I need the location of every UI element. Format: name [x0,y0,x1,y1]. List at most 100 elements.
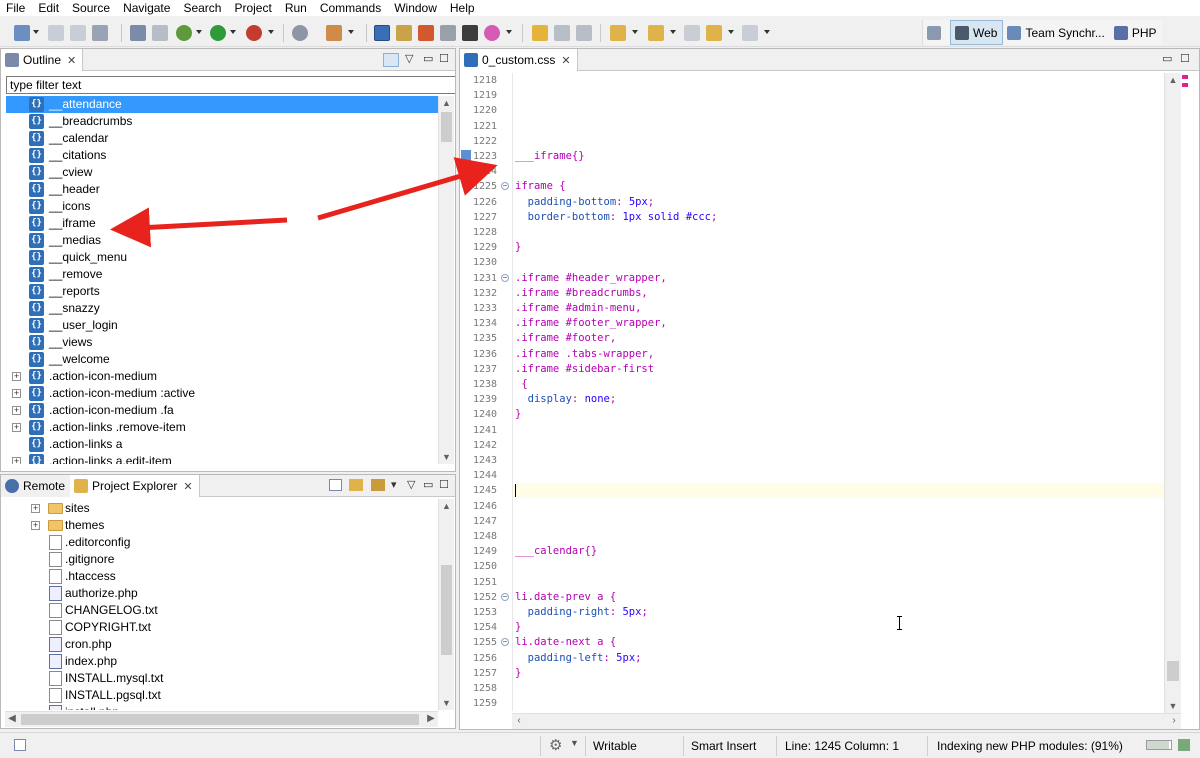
previous-annotation-dropdown-arrow[interactable] [670,30,676,34]
file-item[interactable]: index.php [7,653,439,670]
outline-item[interactable]: {} __remove [6,266,438,283]
outline-item[interactable]: {} __welcome [6,351,438,368]
settings-gear-icon[interactable]: ⚙ [549,736,562,754]
profile-icon[interactable] [246,25,262,41]
tab-project-explorer[interactable]: Project Explorer ✕ [70,475,200,497]
scroll-thumb[interactable] [441,112,452,142]
explorer-vertical-scrollbar[interactable]: ▲ ▼ [438,499,454,710]
new-icon[interactable] [14,25,30,41]
fold-toggle-icon[interactable]: − [501,182,509,191]
show-whitespace-icon[interactable] [576,25,592,41]
scroll-thumb[interactable] [1167,661,1179,681]
fold-toggle-icon[interactable]: − [501,273,509,282]
debug-dropdown-arrow[interactable] [196,30,202,34]
perspective-team-synchr[interactable]: Team Synchr... [1003,20,1109,45]
menu-help[interactable]: Help [444,1,482,15]
file-item[interactable]: .editorconfig [7,534,439,551]
forward-dropdown-arrow[interactable] [764,30,770,34]
outline-item[interactable]: + {} .action-links .remove-item [6,419,438,436]
folder-item[interactable]: + themes [7,517,439,534]
warning-marker-icon[interactable] [1182,83,1188,87]
file-item[interactable]: CHANGELOG.txt [7,602,439,619]
minimize-icon[interactable]: ▭ [1162,53,1172,65]
outline-item[interactable]: {} __snazzy [6,300,438,317]
maximize-icon[interactable]: ☐ [439,53,449,65]
scroll-down-icon[interactable]: ▼ [439,450,454,464]
perspective-web[interactable]: Web [950,20,1004,45]
previous-annotation-icon[interactable] [648,25,664,41]
back-icon[interactable] [706,25,722,41]
file-item[interactable]: authorize.php [7,585,439,602]
scroll-down-icon[interactable]: ▼ [439,696,454,710]
menu-window[interactable]: Window [388,1,444,15]
sort-alphabetically-icon[interactable] [383,53,399,67]
close-icon[interactable]: ✕ [67,54,76,67]
menu-search[interactable]: Search [177,1,228,15]
last-edit-location-icon[interactable] [684,25,700,41]
outline-item[interactable]: {} __user_login [6,317,438,334]
fast-view-icon[interactable] [14,739,26,751]
perspective-php[interactable]: PHP [1110,20,1162,45]
profile-dropdown-arrow[interactable] [268,30,274,34]
folder-item[interactable]: + sites [7,500,439,517]
image-icon[interactable] [440,25,456,41]
menu-run[interactable]: Run [279,1,314,15]
php-explorer-icon[interactable] [292,25,308,41]
block-selection-icon[interactable] [554,25,570,41]
menu-project[interactable]: Project [228,1,278,15]
outline-item[interactable]: + {} .action-icon-medium .fa [6,402,438,419]
color-dropdown-arrow[interactable] [506,30,512,34]
editor-horizontal-scrollbar[interactable]: ‹ › [512,713,1181,729]
home-icon[interactable] [418,25,434,41]
outline-item[interactable]: {} __calendar [6,130,438,147]
outline-item[interactable]: {} __cview [6,164,438,181]
hierarchy-icon[interactable] [396,25,412,41]
next-annotation-dropdown-arrow[interactable] [632,30,638,34]
editor-vertical-scrollbar[interactable]: ▲ ▼ [1164,73,1181,713]
filters-icon[interactable] [371,479,385,491]
expand-icon[interactable]: + [12,457,21,464]
run-dropdown-arrow[interactable] [230,30,236,34]
expand-icon[interactable]: + [12,389,21,398]
forward-icon[interactable] [742,25,758,41]
fold-toggle-icon[interactable]: − [501,638,509,647]
settings-dropdown-arrow[interactable]: ▼ [570,738,579,748]
maximize-icon[interactable]: ☐ [1180,53,1190,65]
save-all-icon[interactable] [70,25,86,41]
fold-toggle-icon[interactable]: − [501,592,509,601]
view-menu-icon[interactable]: ▽ [407,479,415,491]
file-item[interactable]: cron.php [7,636,439,653]
debug-icon[interactable] [176,25,192,41]
outline-item[interactable]: + {} .action-links a.edit-item [6,453,438,464]
menu-file[interactable]: File [0,1,32,15]
view-menu-icon[interactable]: ▾ [391,479,397,491]
scroll-up-icon[interactable]: ▲ [439,96,454,110]
menu-source[interactable]: Source [66,1,117,15]
link-with-editor-icon[interactable] [349,479,363,491]
next-annotation-icon[interactable] [610,25,626,41]
wand-dropdown-arrow[interactable] [348,30,354,34]
outline-item[interactable]: {} __breadcrumbs [6,113,438,130]
file-item[interactable]: COPYRIGHT.txt [7,619,439,636]
file-item[interactable]: install.php [7,704,439,710]
outline-item[interactable]: {} __quick_menu [6,249,438,266]
progress-view-icon[interactable] [1178,739,1190,751]
expand-icon[interactable]: + [31,521,40,530]
scroll-down-icon[interactable]: ▼ [1165,699,1181,713]
file-item[interactable]: INSTALL.mysql.txt [7,670,439,687]
outline-item[interactable]: + {} .action-icon-medium :active [6,385,438,402]
tab-outline[interactable]: Outline ✕ [1,49,84,71]
minimize-icon[interactable]: ▭ [423,53,433,65]
outline-item[interactable]: + {} .action-icon-medium [6,368,438,385]
menu-edit[interactable]: Edit [32,1,66,15]
expand-icon[interactable]: + [12,406,21,415]
scroll-thumb[interactable] [441,565,452,655]
wand-icon[interactable] [326,25,342,41]
outline-item[interactable]: {} __views [6,334,438,351]
outline-item[interactable]: {} __icons [6,198,438,215]
expand-icon[interactable]: + [12,423,21,432]
outline-vertical-scrollbar[interactable]: ▲ ▼ [438,96,454,464]
maximize-icon[interactable]: ☐ [439,479,449,491]
scroll-up-icon[interactable]: ▲ [1165,73,1181,87]
outline-filter-input[interactable] [6,76,455,94]
